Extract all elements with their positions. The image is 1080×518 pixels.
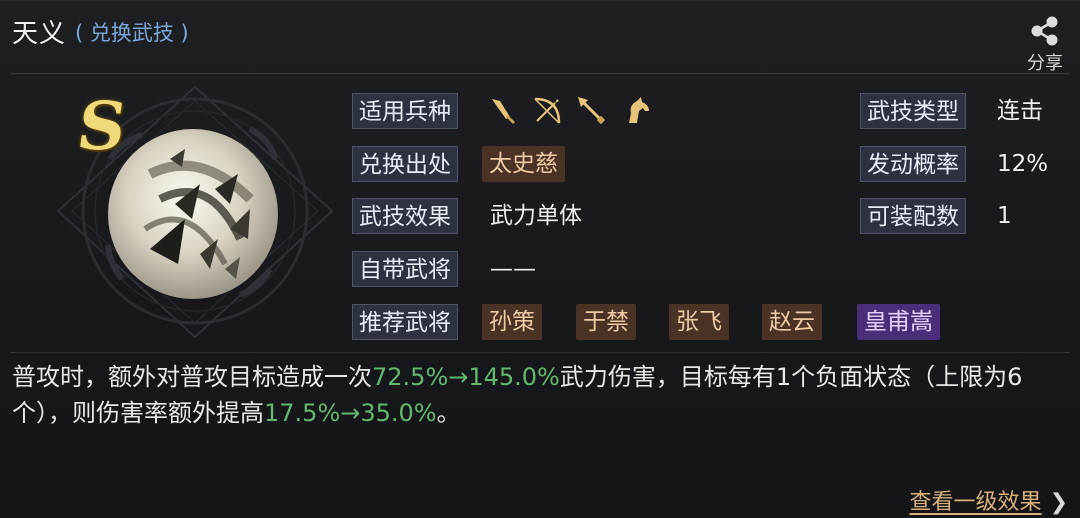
trigger-prob-label: 发动概率: [860, 146, 966, 182]
desc-value-1: 72.5%→145.0%: [372, 363, 560, 391]
skill-title: 天义: [12, 19, 67, 49]
troop-icons: [486, 95, 653, 125]
share-button[interactable]: 分享: [1020, 15, 1070, 74]
sword-icon: [492, 99, 515, 124]
skill-icon: S: [50, 79, 340, 344]
view-level1-effect-link[interactable]: 查看一级效果 ❯: [910, 484, 1068, 516]
bow-icon: [534, 97, 561, 124]
source-label: 兑换出处: [352, 146, 458, 182]
view-level1-effect-label: 查看一级效果: [909, 490, 1042, 515]
source-general-chip[interactable]: 太史慈: [482, 146, 565, 182]
skill-card: 天义 ( 兑换武技 ) 分享 S 适用兵种 兑换出处 太史慈 武技效果 武力单体…: [0, 0, 1080, 518]
desc-text-1: 普攻时，额外对普攻目标造成一次: [12, 363, 372, 391]
recommend-chip-2[interactable]: 于禁: [576, 304, 636, 340]
skill-description: 普攻时，额外对普攻目标造成一次72.5%→145.0%武力伤害，目标每有1个负面…: [12, 359, 1068, 431]
skill-type-value: 连击: [997, 98, 1043, 124]
effect-label: 武技效果: [352, 198, 458, 234]
skill-subtitle: ( 兑换武技 ): [75, 21, 189, 45]
share-icon: [1031, 16, 1058, 46]
horse-icon: [629, 97, 649, 123]
own-general-label: 自带武将: [352, 251, 458, 287]
share-label: 分享: [1027, 53, 1063, 74]
trigger-prob-value: 12%: [997, 151, 1049, 177]
skill-type-label: 武技类型: [860, 93, 966, 129]
equip-count-value: 1: [997, 203, 1012, 229]
chevron-right-icon: ❯: [1049, 490, 1068, 515]
desc-text-3: 。: [436, 399, 461, 427]
recommend-chip-5[interactable]: 皇甫嵩: [857, 304, 940, 340]
recommend-chip-4[interactable]: 赵云: [762, 304, 822, 340]
recommend-label: 推荐武将: [352, 304, 458, 340]
troop-type-label: 适用兵种: [352, 93, 458, 129]
desc-value-2: 17.5%→35.0%: [264, 399, 437, 427]
header-divider: [10, 73, 1070, 74]
equip-count-label: 可装配数: [860, 198, 966, 234]
spear-icon: [578, 97, 606, 125]
recommend-chip-1[interactable]: 孙策: [482, 304, 542, 340]
effect-value: 武力单体: [490, 203, 582, 229]
own-general-value: ——: [490, 256, 536, 282]
recommend-chip-3[interactable]: 张飞: [669, 304, 729, 340]
description-divider: [10, 352, 1070, 353]
